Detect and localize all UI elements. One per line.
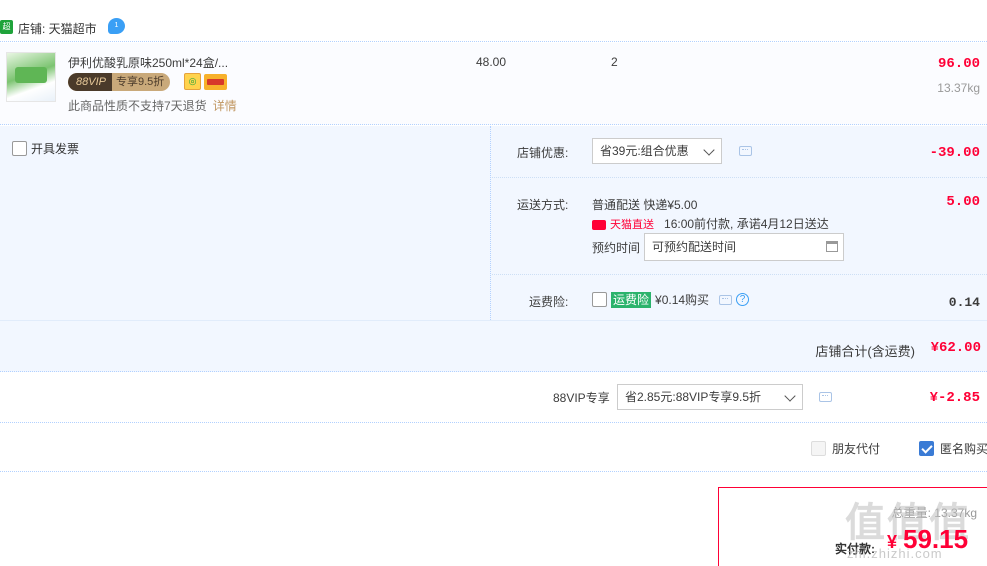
vip-discount-row: 88VIP专享 省2.85元:88VIP专享9.5折 ¥-2.85 — [0, 373, 987, 423]
delivery-time-input[interactable]: 可预约配送时间 — [644, 233, 844, 261]
product-thumbnail[interactable] — [6, 52, 56, 102]
friend-pay-label: 朋友代付 — [832, 442, 881, 456]
shipping-method: 普通配送 快递¥5.00 — [592, 198, 698, 212]
shop-discount-label: 店铺优惠: — [517, 146, 569, 160]
shop-discount-row: 店铺优惠: 省39元:组合优惠 -39.00 — [492, 126, 987, 178]
shipping-amount: 5.00 — [946, 194, 980, 210]
friend-pay-option[interactable]: 朋友代付 — [811, 440, 880, 457]
item-subtotal: 96.00 — [937, 56, 980, 72]
tmall-direct-line: 天猫直送 16:00前付款, 承诺4月12日送达 — [592, 215, 829, 232]
message-icon[interactable] — [739, 146, 752, 156]
shop-discount-value: 省39元:组合优惠 — [600, 144, 689, 158]
invoice-label: 开具发票 — [31, 142, 80, 156]
anonymous-checkbox[interactable] — [919, 441, 934, 456]
vip-badge-right: 专享9.5折 — [115, 76, 165, 88]
shipping-label: 运送方式: — [517, 198, 569, 212]
vip-label: 88VIP专享 — [553, 391, 610, 405]
guarantee-icon: ◎ — [184, 73, 201, 90]
message-icon[interactable] — [719, 294, 733, 305]
vip-discount-select[interactable]: 省2.85元:88VIP专享9.5折 — [617, 384, 803, 410]
unit-price: 48.00 — [476, 55, 507, 69]
return-policy-text: 此商品性质不支持7天退货 — [68, 99, 207, 113]
vip-discount-amount: ¥-2.85 — [929, 390, 980, 406]
anonymous-option[interactable]: 匿名购买 — [919, 440, 987, 457]
friend-pay-checkbox[interactable] — [811, 441, 826, 456]
insurance-amount: 0.14 — [948, 295, 980, 310]
invoice-checkbox[interactable] — [12, 141, 27, 156]
invoice-panel: 开具发票 — [0, 126, 491, 320]
insurance-option: 运费险 ¥0.14购买 ? — [592, 291, 750, 308]
tmall-cat-icon — [592, 219, 606, 230]
anonymous-label: 匿名购买 — [940, 442, 987, 456]
message-icon[interactable] — [819, 392, 832, 402]
payment-summary: 总重量: 13.37kg 值值值 实付款: ¥ 59.15 zhi.zhizhi… — [718, 487, 987, 566]
shop-discount-amount: -39.00 — [929, 145, 980, 161]
insurance-tag: 运费险 — [611, 291, 652, 308]
vip-discount-value: 省2.85元:88VIP专享9.5折 — [625, 390, 762, 404]
shop-discount-select[interactable]: 省39元:组合优惠 — [592, 138, 722, 164]
shop-header: 超市 店铺: 天猫超市 1 — [0, 0, 987, 42]
chevron-down-icon — [784, 390, 796, 402]
details-link[interactable]: 详情 — [213, 99, 237, 113]
chevron-down-icon — [703, 144, 715, 156]
cart-item-row: 伊利优酸乳原味250ml*24盒/... 88VIP 专享9.5折 ◎ 此商品性… — [0, 43, 987, 125]
shop-total-amount: ¥62.00 — [930, 340, 981, 356]
vip-discount-badge: 88VIP 专享9.5折 — [68, 73, 171, 91]
item-weight: 13.37kg — [937, 81, 980, 95]
insurance-row: 运费险: 运费险 ¥0.14购买 ? 0.14 — [492, 275, 987, 320]
delivery-promise: 16:00前付款, 承诺4月12日送达 — [664, 217, 829, 231]
payment-options-row: 朋友代付 匿名购买 — [0, 424, 987, 472]
card-icon — [204, 74, 227, 90]
shop-name[interactable]: 店铺: 天猫超市 — [18, 20, 97, 37]
insurance-label: 运费险: — [529, 295, 569, 309]
insurance-price: ¥0.14购买 — [655, 293, 710, 307]
calendar-icon[interactable] — [826, 241, 838, 252]
insurance-checkbox[interactable] — [592, 292, 607, 307]
delivery-time-value: 可预约配送时间 — [652, 240, 737, 254]
return-policy-note: 此商品性质不支持7天退货 详情 — [68, 97, 237, 114]
item-title[interactable]: 伊利优酸乳原味250ml*24盒/... — [68, 54, 228, 71]
schedule-label: 预约时间 — [592, 241, 641, 255]
invoice-option[interactable]: 开具发票 — [12, 140, 79, 157]
shipping-row: 运送方式: 普通配送 快递¥5.00 天猫直送 16:00前付款, 承诺4月12… — [492, 178, 987, 275]
chat-icon[interactable]: 1 — [108, 18, 125, 34]
vip-badge-left: 88VIP — [68, 73, 112, 91]
order-options-panel: 开具发票 店铺优惠: 省39元:组合优惠 -39.00 运送方式: 普通配送 快… — [0, 126, 987, 320]
tmall-direct-label: 天猫直送 — [610, 219, 654, 231]
shop-total-row: 店铺合计(含运费) ¥62.00 — [0, 320, 987, 372]
shop-icon: 超市 — [0, 20, 13, 34]
help-icon[interactable]: ? — [736, 293, 750, 306]
quantity: 2 — [611, 55, 618, 69]
shop-total-label: 店铺合计(含运费) — [815, 344, 915, 359]
watermark-url: zhi.zhizhi.com — [847, 546, 943, 561]
